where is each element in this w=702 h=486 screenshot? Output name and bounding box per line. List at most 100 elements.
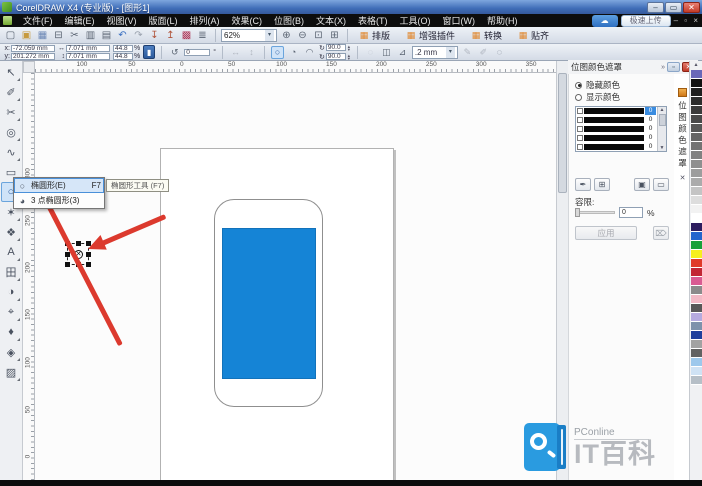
mask-checkbox[interactable] bbox=[577, 108, 583, 114]
color-swatch[interactable] bbox=[691, 79, 702, 88]
minimize-button[interactable]: – bbox=[647, 2, 664, 13]
end-angle-input[interactable]: 90.0 bbox=[326, 53, 346, 60]
color-swatch[interactable] bbox=[691, 259, 702, 268]
open-icon[interactable]: ▣ bbox=[19, 28, 34, 42]
color-swatch[interactable] bbox=[691, 277, 702, 286]
new-document-icon[interactable]: ▢ bbox=[3, 28, 18, 42]
start-angle-input[interactable]: 90.0 bbox=[326, 44, 346, 51]
blend-tool[interactable]: ◑ bbox=[1, 282, 21, 302]
color-swatch[interactable] bbox=[691, 88, 702, 97]
color-swatch[interactable] bbox=[691, 304, 702, 313]
export-icon[interactable]: ↥ bbox=[163, 28, 178, 42]
selection-handle[interactable] bbox=[65, 252, 70, 257]
rotation-angle-input[interactable]: 0 bbox=[184, 49, 210, 56]
phone-screen-shape[interactable] bbox=[222, 228, 316, 379]
zoom-in-icon[interactable]: ⊕ bbox=[279, 28, 294, 42]
mask-checkbox[interactable] bbox=[577, 144, 583, 150]
freehand-tool[interactable]: ∿ bbox=[1, 142, 21, 162]
menu-item[interactable]: 排列(A) bbox=[184, 14, 226, 27]
symmetry-button-2[interactable]: ✐ bbox=[477, 46, 490, 59]
scroll-down-icon[interactable]: ▼ bbox=[660, 145, 665, 151]
open-mask-button[interactable]: ▭ bbox=[653, 178, 669, 191]
scale-y-input[interactable]: 44.8 bbox=[113, 53, 133, 60]
color-swatch[interactable] bbox=[691, 313, 702, 322]
menu-item[interactable]: 编辑(E) bbox=[59, 14, 101, 27]
radio-hide-colors[interactable]: 隐藏颜色 bbox=[575, 79, 668, 91]
palette-scroll-up-icon[interactable]: ▴ bbox=[694, 61, 697, 70]
scale-x-input[interactable]: 44.8 bbox=[113, 45, 133, 52]
color-swatch[interactable] bbox=[691, 250, 702, 259]
text-tool[interactable]: A bbox=[1, 242, 21, 262]
save-mask-button[interactable]: ▣ bbox=[634, 178, 650, 191]
zoom-tool[interactable]: ◎ bbox=[1, 122, 21, 142]
color-swatch[interactable] bbox=[691, 133, 702, 142]
scroll-up-icon[interactable]: ▲ bbox=[660, 107, 665, 113]
object-height-input[interactable]: 7.071 mm bbox=[66, 53, 110, 60]
mirror-vertical-button[interactable]: ↕ bbox=[245, 46, 258, 59]
color-swatch[interactable] bbox=[691, 142, 702, 151]
document-window-controls[interactable]: – ▫ × bbox=[674, 16, 700, 25]
color-swatch[interactable] bbox=[691, 358, 702, 367]
plugin-snap[interactable]: ▦ 贴齐 bbox=[512, 28, 555, 42]
eyedropper-button[interactable]: ✒ bbox=[575, 178, 591, 191]
horizontal-ruler[interactable]: 10050050100150200250300350 bbox=[35, 61, 556, 73]
color-swatch[interactable] bbox=[691, 223, 702, 232]
undo-icon[interactable]: ↶ bbox=[115, 28, 130, 42]
radio-show-colors[interactable]: 显示颜色 bbox=[575, 91, 668, 103]
convert-to-curves-button[interactable]: ◌ bbox=[493, 46, 506, 59]
mask-list-scrollbar[interactable]: ▲ ▼ bbox=[657, 107, 666, 151]
flyout-item-3point-ellipse[interactable]: ◕ 3 点椭圆形(3) bbox=[14, 193, 104, 208]
mask-row[interactable]: 0 bbox=[576, 116, 657, 125]
menu-item[interactable]: 版面(L) bbox=[143, 14, 184, 27]
mask-checkbox[interactable] bbox=[577, 126, 583, 132]
paste-icon[interactable]: ▤ bbox=[99, 28, 114, 42]
cloud-upload-icon[interactable]: ☁ bbox=[592, 15, 618, 27]
selection-handle[interactable] bbox=[65, 262, 70, 267]
color-swatch[interactable] bbox=[691, 241, 702, 250]
maximize-button[interactable]: ▭ bbox=[665, 2, 682, 13]
mask-checkbox[interactable] bbox=[577, 117, 583, 123]
color-swatch[interactable] bbox=[691, 295, 702, 304]
drawing-page[interactable] bbox=[160, 148, 394, 480]
welcome-screen-icon[interactable]: ≣ bbox=[195, 28, 210, 42]
object-x-input[interactable]: -72.059 mm bbox=[11, 45, 55, 52]
lock-ratio-button[interactable]: ▮ bbox=[143, 45, 155, 59]
color-swatch[interactable] bbox=[691, 169, 702, 178]
color-swatch[interactable] bbox=[691, 160, 702, 169]
plugin-enhance[interactable]: ▦ 增强插件 bbox=[400, 28, 461, 42]
outline-width-select[interactable]: .2 mm ▾ bbox=[412, 46, 458, 59]
color-swatch[interactable] bbox=[691, 196, 702, 205]
object-width-input[interactable]: 7.071 mm bbox=[66, 45, 110, 52]
phone-outline-shape[interactable] bbox=[214, 199, 323, 407]
color-swatch[interactable] bbox=[691, 187, 702, 196]
mask-row[interactable]: 0 bbox=[576, 125, 657, 134]
arc-mode-button[interactable]: ◠ bbox=[303, 46, 316, 59]
color-swatch[interactable] bbox=[691, 232, 702, 241]
copy-icon[interactable]: ▥ bbox=[83, 28, 98, 42]
docker-minimize-button[interactable]: ▫ bbox=[667, 62, 680, 72]
scrollbar-thumb[interactable] bbox=[659, 114, 666, 126]
mask-row[interactable]: 0 bbox=[576, 107, 657, 116]
menu-item[interactable]: 文本(X) bbox=[310, 14, 352, 27]
outline-pen-tool[interactable]: ♦ bbox=[1, 322, 21, 342]
selection-handle[interactable] bbox=[86, 262, 91, 267]
zoom-out-icon[interactable]: ⊖ bbox=[295, 28, 310, 42]
interactive-fill-tool[interactable]: ▨ bbox=[1, 362, 21, 382]
pie-mode-button[interactable]: ◔ bbox=[287, 46, 300, 59]
selection-handle[interactable] bbox=[76, 241, 81, 246]
zoom-fit-icon[interactable]: ⊞ bbox=[327, 28, 342, 42]
color-swatch[interactable] bbox=[691, 205, 702, 214]
canvas[interactable] bbox=[35, 73, 556, 480]
vertical-ruler[interactable]: 300250200150100500 bbox=[23, 73, 35, 480]
color-swatch[interactable] bbox=[691, 367, 702, 376]
color-swatch[interactable] bbox=[691, 97, 702, 106]
zoom-level-select[interactable]: 62% ▾ bbox=[221, 29, 277, 42]
crop-tool[interactable]: ✂ bbox=[1, 102, 21, 122]
menu-item[interactable]: 窗口(W) bbox=[437, 14, 482, 27]
docker-tab[interactable]: 位图颜色遮罩 ✕ bbox=[676, 88, 689, 318]
apply-button[interactable]: 应用 bbox=[575, 226, 637, 240]
color-swatch[interactable] bbox=[691, 286, 702, 295]
color-swatch[interactable] bbox=[691, 214, 702, 223]
tolerance-input[interactable]: 0 bbox=[619, 207, 643, 218]
color-swatch[interactable] bbox=[691, 115, 702, 124]
